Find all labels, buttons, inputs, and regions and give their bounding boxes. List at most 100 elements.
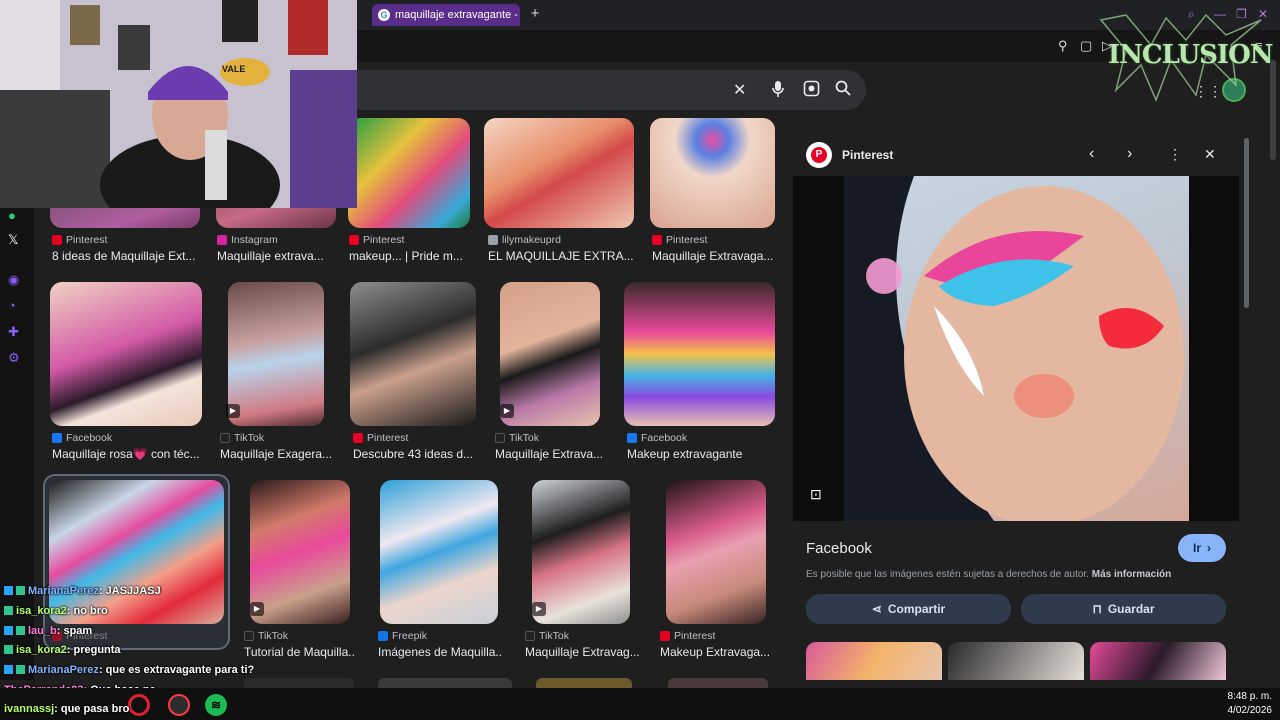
share-icon: ⋖ [871,602,882,616]
panel-site-name[interactable]: Pinterest [842,148,893,162]
history-icon[interactable]: ◔ [8,298,16,313]
result-caption[interactable]: Maquillaje Extravaga... [652,249,777,263]
result-caption[interactable]: Maquillaje rosa💗 con téc... [52,447,202,461]
badge-icon [4,606,13,615]
badge-icon [4,586,13,595]
taskbar [0,688,1280,720]
badge-icon [4,665,13,674]
tab-active[interactable]: G maquillaje extravagante - ✕ [372,4,520,26]
result-source: TikTok [525,630,569,642]
result-source: Instagram [217,234,278,246]
result-caption[interactable]: Descubre 43 ideas d... [353,447,473,461]
result-thumbnail[interactable] [666,480,766,624]
related-thumbnail[interactable] [948,642,1084,680]
result-thumbnail[interactable] [532,480,630,624]
result-source: lilymakeuprd [488,234,561,246]
whatsapp-icon[interactable]: ● [8,208,16,223]
pinterest-icon [652,235,662,245]
result-thumbnail[interactable] [484,118,634,228]
chat-message: MarianaPerez: que es extravagante para t… [4,664,254,676]
video-icon: ▶ [250,602,264,616]
panel-title[interactable]: Facebook [806,540,872,557]
badge-icon [16,665,25,674]
result-thumbnail[interactable] [50,282,202,426]
result-thumbnail[interactable] [350,282,476,426]
panel-scrollbar[interactable] [1244,138,1249,308]
result-caption[interactable]: Maquillaje extrava... [217,249,337,263]
related-thumbnail[interactable] [806,642,942,680]
search-input[interactable] [340,70,866,110]
result-thumbnail[interactable] [378,678,512,688]
tiktok-icon [244,631,254,641]
puzzle-icon[interactable]: ✚ [8,324,19,340]
result-source: Facebook [627,432,687,444]
result-thumbnail[interactable] [624,282,775,426]
lens-icon[interactable] [803,80,820,102]
result-source: Pinterest [52,234,107,246]
badge-icon [4,626,13,635]
logo-text: INCLUSION [1108,40,1274,70]
extension-icon[interactable]: ▢ [1080,38,1092,54]
result-thumbnail[interactable] [668,678,768,688]
result-caption[interactable]: Maquillaje Extrava... [495,447,603,461]
page-scrollbar[interactable] [1270,60,1276,160]
result-thumbnail[interactable] [228,282,324,426]
search-icon[interactable] [835,80,851,101]
facebook-icon [627,433,637,443]
result-caption[interactable]: EL MAQUILLAJE EXTRA... [488,249,633,263]
result-caption[interactable]: 8 ideas de Maquillaje Ext... [52,249,202,263]
pin-icon[interactable]: ⚲ [1058,38,1068,54]
result-thumbnail[interactable] [380,480,498,624]
save-button[interactable]: ⊓ Guardar [1021,594,1226,624]
result-caption[interactable]: Tutorial de Maquilla... [244,645,356,659]
facebook-icon [52,433,62,443]
close-panel-icon[interactable]: ✕ [1204,146,1216,163]
next-icon[interactable]: › [1127,145,1132,163]
new-tab-button[interactable]: + [527,6,543,22]
spotify-icon[interactable]: ≋ [205,694,227,716]
result-source: Pinterest [652,234,707,246]
result-caption[interactable]: Makeup Extravaga... [660,645,772,659]
result-source: Pinterest [660,630,715,642]
previous-icon[interactable]: ‹ [1089,145,1094,163]
clock-date[interactable]: 4/02/2026 [1210,705,1273,716]
badge-icon [16,626,25,635]
obs-icon[interactable] [168,694,190,716]
related-thumbnail[interactable] [1090,642,1226,680]
result-caption[interactable]: makeup... | Pride m... [349,249,474,263]
go-label: Ir [1192,541,1201,555]
pinterest-logo-icon: P [806,142,832,168]
result-thumbnail[interactable] [500,282,600,426]
x-icon[interactable]: 𝕏 [8,232,18,248]
result-thumbnail[interactable] [348,118,470,228]
lens-search-icon[interactable]: ⊡ [810,486,822,503]
go-button[interactable]: Ir › [1178,534,1226,562]
opera-icon[interactable] [128,694,150,716]
preview-image[interactable] [844,176,1189,521]
tiktok-icon [220,433,230,443]
result-thumbnail[interactable] [650,118,775,228]
settings-icon[interactable]: ⚙ [8,350,20,366]
result-thumbnail[interactable] [536,678,632,688]
more-info-link[interactable]: Más información [1092,569,1171,580]
site-icon [488,235,498,245]
copyright-text: Es posible que las imágenes estén sujeta… [806,569,1089,580]
share-button[interactable]: ⋖ Compartir [806,594,1011,624]
result-caption[interactable]: Maquillaje Extravag... [525,645,640,659]
result-source: TikTok [244,630,288,642]
instagram-icon [217,235,227,245]
play-circle-icon[interactable]: ◉ [8,272,19,288]
mic-icon[interactable] [771,80,785,101]
result-caption[interactable]: Maquillaje Exagera... [220,447,332,461]
clock-time[interactable]: 8:48 p. m. [1210,691,1272,702]
more-options-icon[interactable]: ⋮ [1168,146,1182,163]
result-caption[interactable]: Makeup extravagante [627,447,772,461]
video-icon: ▶ [532,602,546,616]
result-thumbnail[interactable] [250,480,350,624]
result-caption[interactable]: Imágenes de Maquilla... [378,645,503,659]
result-source: Freepik [378,630,427,642]
result-thumbnail[interactable] [244,678,354,688]
bookmark-icon: ⊓ [1092,602,1102,616]
clear-search-icon[interactable]: ✕ [733,80,746,100]
result-thumbnail[interactable] [49,480,224,624]
